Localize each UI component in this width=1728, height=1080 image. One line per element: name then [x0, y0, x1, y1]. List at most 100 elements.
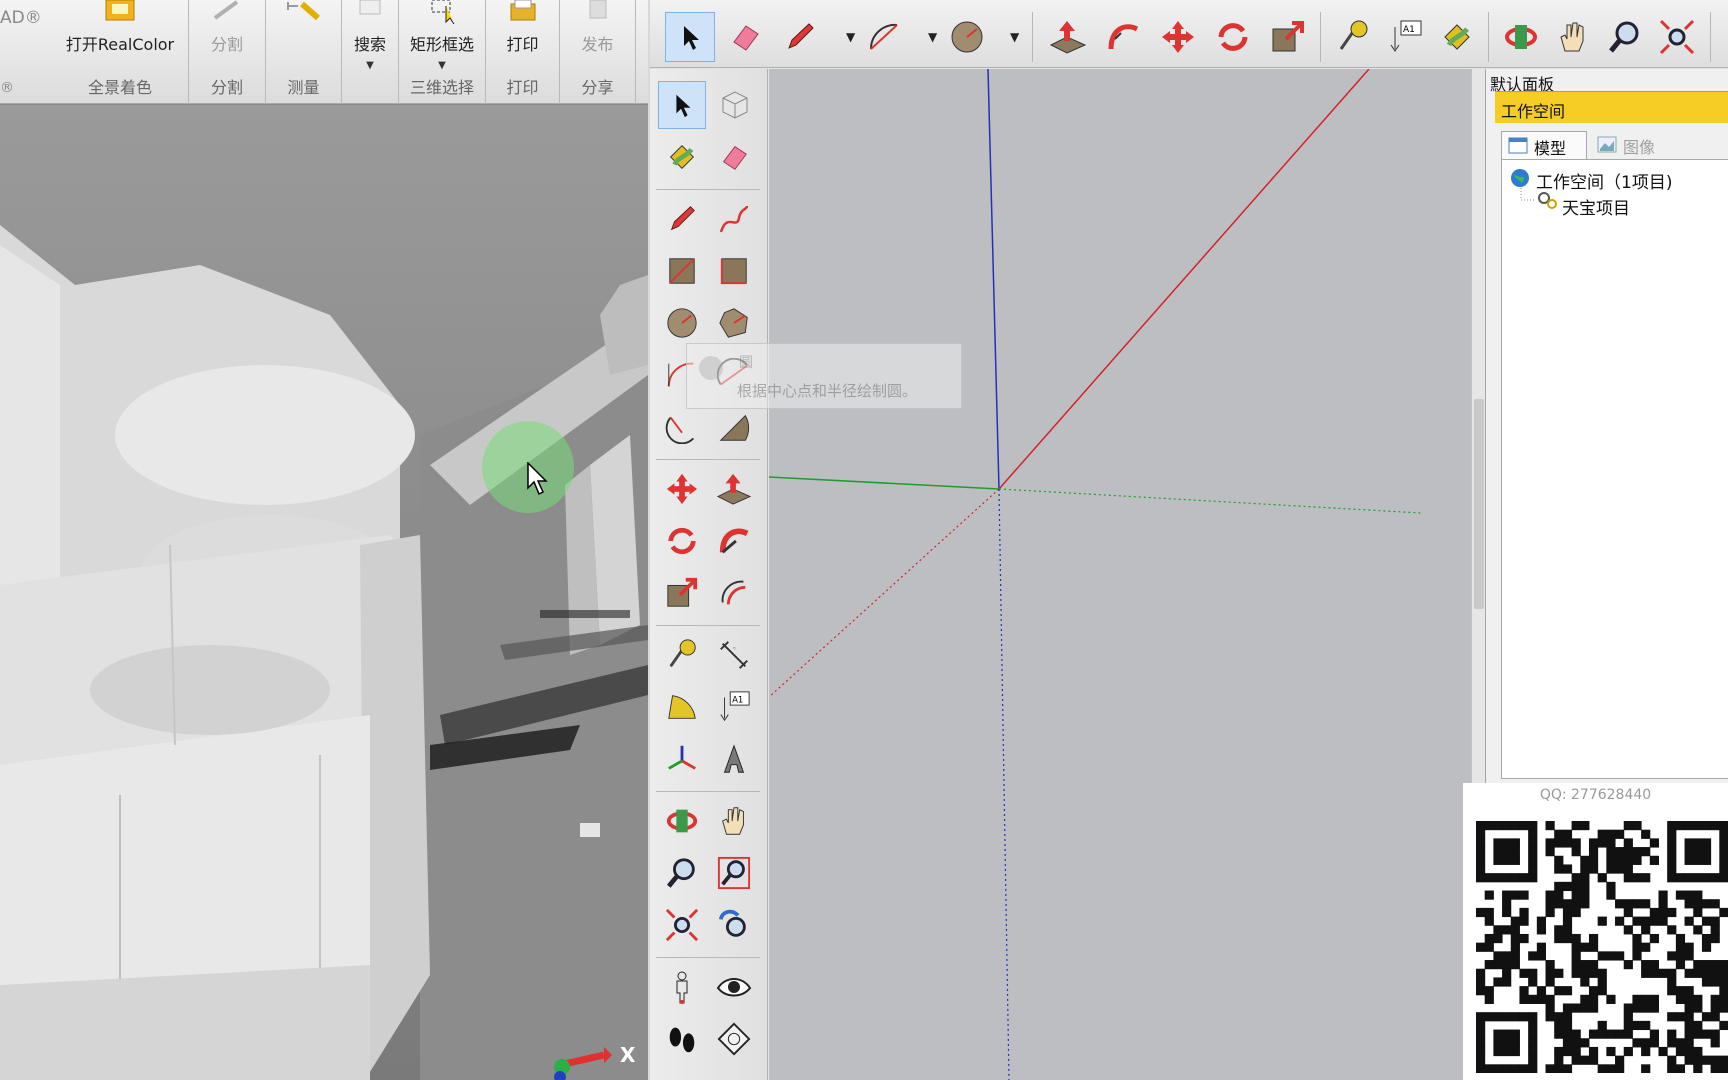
axis-x-label: X: [620, 1043, 636, 1067]
workspace-tree: 工作空间（1项目) 天宝项目: [1501, 159, 1728, 779]
circle-button[interactable]: [658, 299, 706, 347]
ribbon-group-3d-select: 矩形框选 ▼ 三维选择: [399, 0, 486, 104]
make-component-button[interactable]: [710, 81, 758, 129]
3d-text-button[interactable]: [710, 735, 758, 783]
orbit-tool-button[interactable]: [1496, 12, 1546, 62]
search-button[interactable]: 搜索 ▼: [342, 0, 398, 76]
orbit-button[interactable]: [658, 797, 706, 845]
protractor-button[interactable]: [658, 683, 706, 731]
tape-measure-button[interactable]: [658, 631, 706, 679]
move-button[interactable]: [658, 465, 706, 513]
zoom-icon: [1609, 21, 1639, 53]
ribbon-group-label: 打印: [506, 78, 539, 97]
protractor-icon: [668, 695, 696, 719]
paint-bucket-tool-button[interactable]: [1432, 12, 1482, 62]
print-button[interactable]: 打印: [486, 0, 559, 76]
paint-bucket-button[interactable]: [658, 133, 706, 181]
three-point-arc-button[interactable]: [658, 403, 706, 451]
previous-view-button[interactable]: [710, 901, 758, 949]
ribbon-group-label: 分享: [581, 78, 614, 97]
freehand-icon: [719, 205, 749, 233]
pencil-tool-button[interactable]: [775, 12, 825, 62]
rotated-rectangle-button[interactable]: [710, 247, 758, 295]
rotate-tool-button[interactable]: [1208, 12, 1258, 62]
push-pull-icon: [1049, 21, 1087, 54]
tape-measure-icon: [1339, 20, 1368, 50]
zoom-window-button[interactable]: [710, 849, 758, 897]
follow-me-icon: [1108, 24, 1139, 50]
rotated-rectangle-icon: [720, 258, 747, 285]
chevron-down-icon[interactable]: ▼: [1010, 30, 1019, 44]
pencil-button[interactable]: [658, 195, 706, 243]
chevron-down-icon[interactable]: ▼: [846, 30, 855, 44]
position-camera-icon: [676, 971, 688, 1004]
polygon-button[interactable]: [710, 299, 758, 347]
position-camera-button[interactable]: [658, 963, 706, 1011]
point-cloud-viewport[interactable]: [0, 105, 648, 1080]
green-axis-negative: [998, 488, 1421, 514]
publish-icon: [589, 0, 606, 19]
zoom-tool-button[interactable]: [1600, 12, 1650, 62]
green-axis-line: [769, 476, 1000, 490]
open-realcolor-button[interactable]: 打开RealColor: [52, 0, 188, 76]
zoom-button[interactable]: [658, 849, 706, 897]
measure-button[interactable]: [266, 0, 341, 76]
axes-button[interactable]: [658, 735, 706, 783]
split-button[interactable]: 分割: [189, 0, 265, 76]
look-around-icon: [716, 978, 752, 997]
select-tool-button[interactable]: [658, 81, 706, 129]
side-tool-palette: ◦ A1: [650, 69, 768, 1080]
scrollbar-thumb[interactable]: [1474, 399, 1484, 609]
select-icon: [684, 26, 699, 50]
freehand-button[interactable]: [710, 195, 758, 243]
rectangle-select-button[interactable]: 矩形框选 ▼: [399, 0, 485, 76]
offset-button[interactable]: [710, 569, 758, 617]
eraser-tool-button[interactable]: [720, 12, 770, 62]
push-pull-button[interactable]: [710, 465, 758, 513]
pan-button[interactable]: [710, 797, 758, 845]
text-button[interactable]: A1: [710, 683, 758, 731]
tab-image[interactable]: 图像: [1591, 131, 1681, 159]
separator: [1488, 12, 1489, 62]
workspace-panel-header[interactable]: 工作空间: [1495, 91, 1728, 123]
pan-tool-button[interactable]: [1548, 12, 1598, 62]
rectangle-icon: [669, 258, 695, 284]
push-pull-tool-button[interactable]: [1043, 12, 1093, 62]
eraser-icon: [722, 146, 747, 170]
paint-bucket-icon: [669, 144, 695, 170]
follow-me-button[interactable]: [710, 517, 758, 565]
separator: [1710, 12, 1711, 62]
pie-button[interactable]: [710, 403, 758, 451]
publish-button[interactable]: 发布: [560, 0, 635, 76]
sketchup-drawing-area[interactable]: [769, 69, 1471, 1080]
tab-model[interactable]: 模型: [1501, 131, 1587, 159]
zoom-extents-button[interactable]: [658, 901, 706, 949]
axis-gizmo: X: [554, 1043, 636, 1080]
point-cloud-app: AD® ® 打开RealColor 全景着色 分割 分割 测量 搜索 ▼ 矩形框…: [0, 0, 648, 1080]
scale-tool-button[interactable]: [1263, 12, 1313, 62]
separator: [656, 791, 760, 792]
circle-tool-button[interactable]: [942, 12, 992, 62]
look-around-button[interactable]: [710, 963, 758, 1011]
select-tool-button[interactable]: [665, 12, 715, 62]
walk-button[interactable]: [658, 1015, 706, 1063]
ribbon-group-label: 全景着色: [87, 78, 152, 97]
rotate-button[interactable]: [658, 517, 706, 565]
chevron-down-icon[interactable]: ▼: [928, 30, 937, 44]
scale-button[interactable]: [658, 569, 706, 617]
arc-tool-button[interactable]: [860, 12, 910, 62]
zoom-extents-tool-button[interactable]: [1652, 12, 1702, 62]
rectangle-select-icon: [431, 0, 455, 24]
rectangle-button[interactable]: [658, 247, 706, 295]
move-tool-button[interactable]: [1153, 12, 1203, 62]
section-plane-button[interactable]: [710, 1015, 758, 1063]
tree-item-trimble-project[interactable]: 天宝项目: [1562, 194, 1630, 219]
tape-measure-tool-button[interactable]: [1328, 12, 1378, 62]
text-tool-button[interactable]: A1: [1380, 12, 1430, 62]
pan-icon: [722, 807, 744, 835]
eraser-button[interactable]: [710, 133, 758, 181]
follow-me-tool-button[interactable]: [1098, 12, 1148, 62]
dimension-button[interactable]: ◦: [710, 631, 758, 679]
globe-icon: [1511, 169, 1529, 187]
panel-scrollbar[interactable]: [1471, 69, 1485, 789]
